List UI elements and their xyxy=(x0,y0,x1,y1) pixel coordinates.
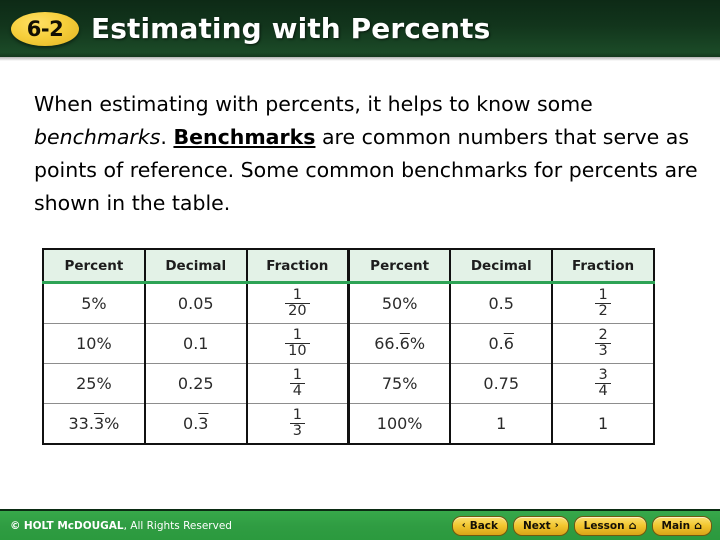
next-button-label: Next xyxy=(523,519,551,532)
fraction: 1 4 xyxy=(289,367,305,399)
column-header-decimal-right: Decimal xyxy=(450,249,554,284)
cell-fraction: 1 4 xyxy=(246,363,350,404)
cell-percent: 10% xyxy=(43,323,146,364)
chevron-right-icon: › xyxy=(554,519,559,531)
cell-fraction: 1 10 xyxy=(246,323,350,364)
main-button-label: Main xyxy=(661,519,691,532)
home-icon: ⌂ xyxy=(628,519,637,532)
cell-fraction: 1 2 xyxy=(552,282,654,324)
lesson-paragraph: When estimating with percents, it helps … xyxy=(34,88,710,220)
decimal-prefix: 0. xyxy=(488,334,504,353)
slide-footer: © HOLT McDOUGAL, All Rights Reserved ‹ B… xyxy=(0,511,720,540)
fraction: 1 20 xyxy=(285,287,310,319)
header-shadow-divider xyxy=(0,57,720,61)
page-title: Estimating with Percents xyxy=(91,12,491,45)
back-button-label: Back xyxy=(469,519,498,532)
fraction: 3 4 xyxy=(595,367,611,399)
fraction-denominator: 20 xyxy=(285,303,310,319)
table-row: 25% 0.25 1 4 75% 0.75 3 4 xyxy=(43,363,654,404)
benchmarks-table: Percent Decimal Fraction Percent Decimal… xyxy=(42,248,655,445)
fraction-denominator: 3 xyxy=(289,423,305,439)
back-button[interactable]: ‹ Back xyxy=(451,515,508,536)
fraction: 2 3 xyxy=(595,327,611,359)
percent-suffix: % xyxy=(104,414,120,433)
cell-decimal: 0.75 xyxy=(450,363,554,404)
column-header-fraction-left: Fraction xyxy=(246,249,350,284)
fraction: 1 3 xyxy=(289,407,305,439)
copyright-brand: HOLT McDOUGAL xyxy=(23,519,124,532)
fraction-numerator: 1 xyxy=(292,407,302,424)
navigation-buttons: ‹ Back Next › Lesson ⌂ Main ⌂ xyxy=(451,511,712,540)
table-header-row: Percent Decimal Fraction Percent Decimal… xyxy=(43,249,654,284)
home-icon: ⌂ xyxy=(694,519,702,532)
table-row: 33.3% 0.3 1 3 100% 1 1 xyxy=(43,403,654,444)
fraction: 1 10 xyxy=(285,327,310,359)
copyright-notice: © HOLT McDOUGAL, All Rights Reserved xyxy=(10,520,232,532)
cell-decimal-repeating: 0.6 xyxy=(450,323,554,364)
fraction-numerator: 3 xyxy=(598,367,608,384)
column-header-percent-left: Percent xyxy=(43,249,146,284)
fraction-denominator: 3 xyxy=(595,343,611,359)
cell-percent: 50% xyxy=(348,282,452,324)
copyright-rights: , All Rights Reserved xyxy=(123,519,232,532)
cell-fraction: 1 20 xyxy=(246,282,350,324)
fraction-denominator: 2 xyxy=(595,303,611,319)
percent-suffix: % xyxy=(409,334,426,353)
slide-header: 6-2 Estimating with Percents xyxy=(0,0,720,57)
cell-fraction: 1 3 xyxy=(246,403,350,444)
cell-fraction: 2 3 xyxy=(552,323,654,364)
column-header-fraction-right: Fraction xyxy=(552,249,654,284)
cell-decimal: 1 xyxy=(450,403,554,444)
copyright-symbol: © xyxy=(10,519,21,532)
fraction-numerator: 1 xyxy=(292,327,302,344)
fraction-numerator: 1 xyxy=(598,287,608,304)
cell-fraction: 1 xyxy=(597,414,609,433)
repeating-digit: 3 xyxy=(93,414,105,433)
fraction-denominator: 4 xyxy=(595,383,611,399)
cell-decimal: 0.1 xyxy=(144,323,248,364)
cell-fraction: 3 4 xyxy=(552,363,654,404)
decimal-prefix: 0. xyxy=(183,414,199,433)
column-header-decimal-left: Decimal xyxy=(144,249,248,284)
fraction-denominator: 4 xyxy=(289,383,305,399)
column-header-percent-right: Percent xyxy=(348,249,452,284)
lesson-home-button[interactable]: Lesson ⌂ xyxy=(573,515,647,536)
cell-decimal-repeating: 0.3 xyxy=(144,403,248,444)
chevron-left-icon: ‹ xyxy=(461,519,466,531)
percent-prefix: 66. xyxy=(374,334,400,353)
lesson-button-label: Lesson xyxy=(583,519,625,532)
table-row: 10% 0.1 1 10 66.6% 0.6 2 3 xyxy=(43,323,654,364)
cell-decimal: 0.5 xyxy=(450,282,554,324)
cell-decimal: 0.05 xyxy=(144,282,248,324)
cell-percent: 75% xyxy=(348,363,452,404)
fraction-denominator: 10 xyxy=(285,343,310,359)
lesson-number-label: 6-2 xyxy=(26,16,64,41)
cell-decimal: 0.25 xyxy=(144,363,248,404)
paragraph-key-term: Benchmarks xyxy=(173,125,316,149)
table-row: 5% 0.05 1 20 50% 0.5 1 2 xyxy=(43,282,654,324)
repeating-digit: 6 xyxy=(503,334,514,353)
lesson-number-badge: 6-2 xyxy=(11,11,79,46)
repeating-digit: 3 xyxy=(198,414,209,433)
next-button[interactable]: Next › xyxy=(513,515,569,536)
fraction-numerator: 2 xyxy=(598,327,608,344)
cell-percent: 5% xyxy=(43,282,146,324)
cell-percent: 25% xyxy=(43,363,146,404)
cell-percent: 100% xyxy=(348,403,452,444)
cell-percent-repeating: 66.6% xyxy=(348,323,452,364)
fraction: 1 2 xyxy=(595,287,611,319)
paragraph-italic-term: benchmarks xyxy=(34,125,161,149)
paragraph-text-1: When estimating with percents, it helps … xyxy=(34,92,593,116)
fraction-numerator: 1 xyxy=(292,287,302,304)
main-home-button[interactable]: Main ⌂ xyxy=(651,515,712,536)
percent-prefix: 33. xyxy=(68,414,94,433)
paragraph-text-2: . xyxy=(160,125,174,149)
cell-percent-repeating: 33.3% xyxy=(43,403,146,444)
repeating-digit: 6 xyxy=(399,334,410,353)
fraction-numerator: 1 xyxy=(292,367,302,384)
